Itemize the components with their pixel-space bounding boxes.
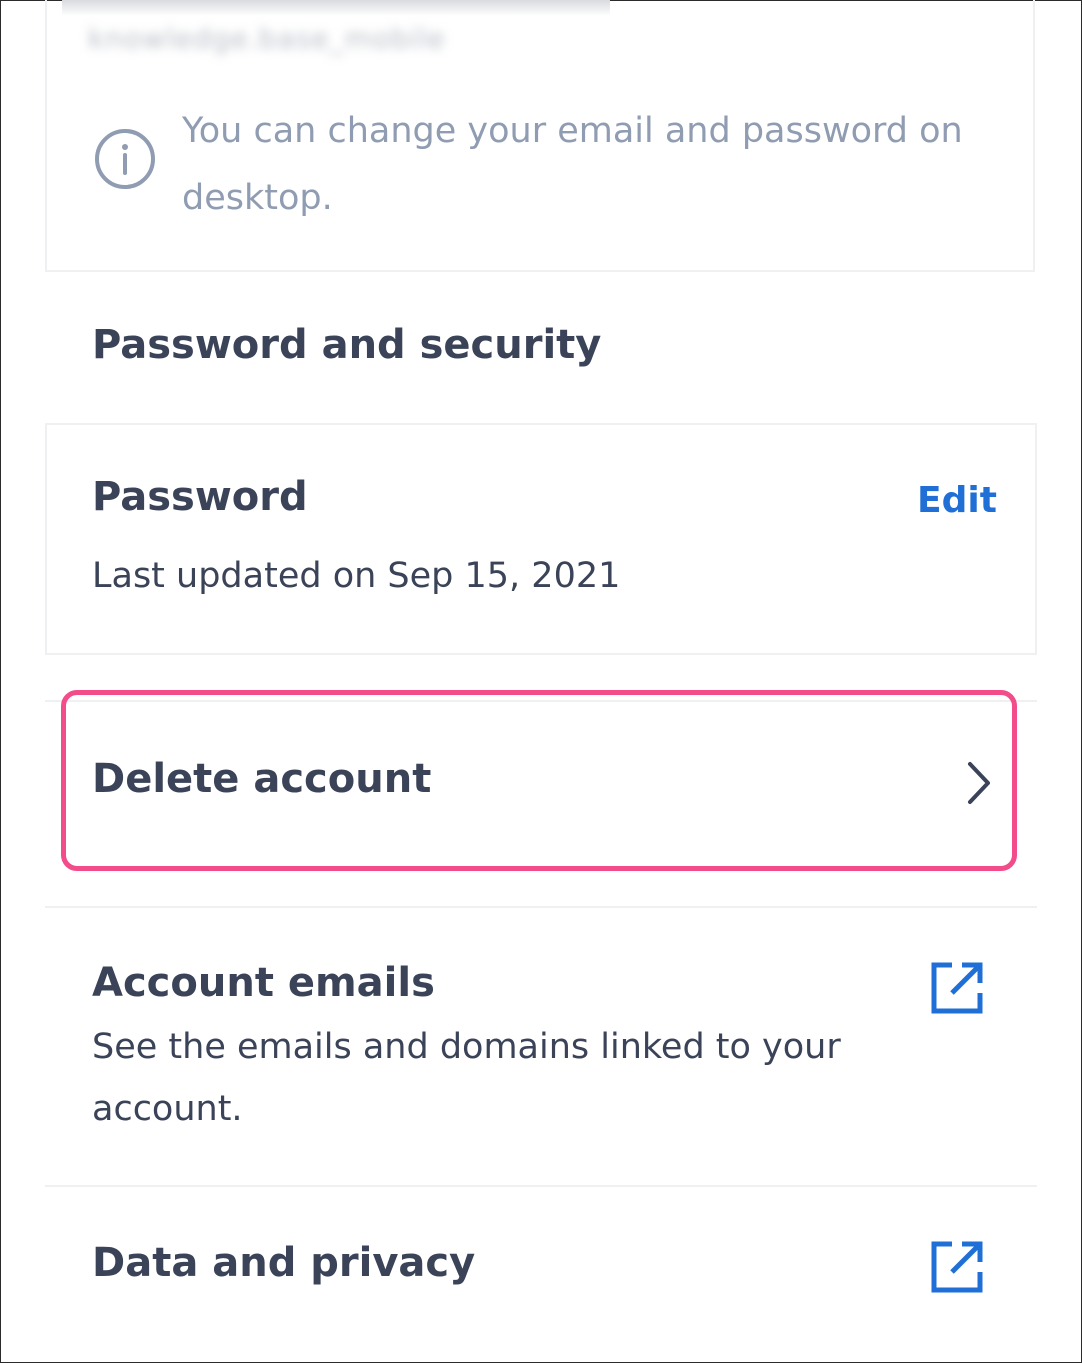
divider (45, 906, 1037, 908)
data-privacy-title[interactable]: Data and privacy (92, 1240, 475, 1286)
delete-account-label: Delete account (92, 756, 432, 802)
external-link-icon[interactable] (930, 1240, 984, 1294)
chevron-right-icon (968, 762, 990, 804)
info-message: You can change your email and password o… (182, 111, 963, 218)
section-heading: Password and security (92, 322, 602, 368)
account-emails-description: See the emails and domains linked to you… (92, 1027, 841, 1129)
divider (45, 1185, 1037, 1187)
password-title: Password (92, 474, 308, 520)
blurred-email: knowledge.base_mobile (88, 22, 446, 55)
info-icon (95, 129, 155, 189)
password-last-updated: Last updated on Sep 15, 2021 (92, 556, 621, 596)
header-shadow (62, 0, 610, 16)
external-link-icon[interactable] (930, 961, 984, 1015)
account-emails-title[interactable]: Account emails (92, 960, 435, 1006)
edit-password-link[interactable]: Edit (917, 480, 997, 521)
password-card (45, 423, 1037, 655)
